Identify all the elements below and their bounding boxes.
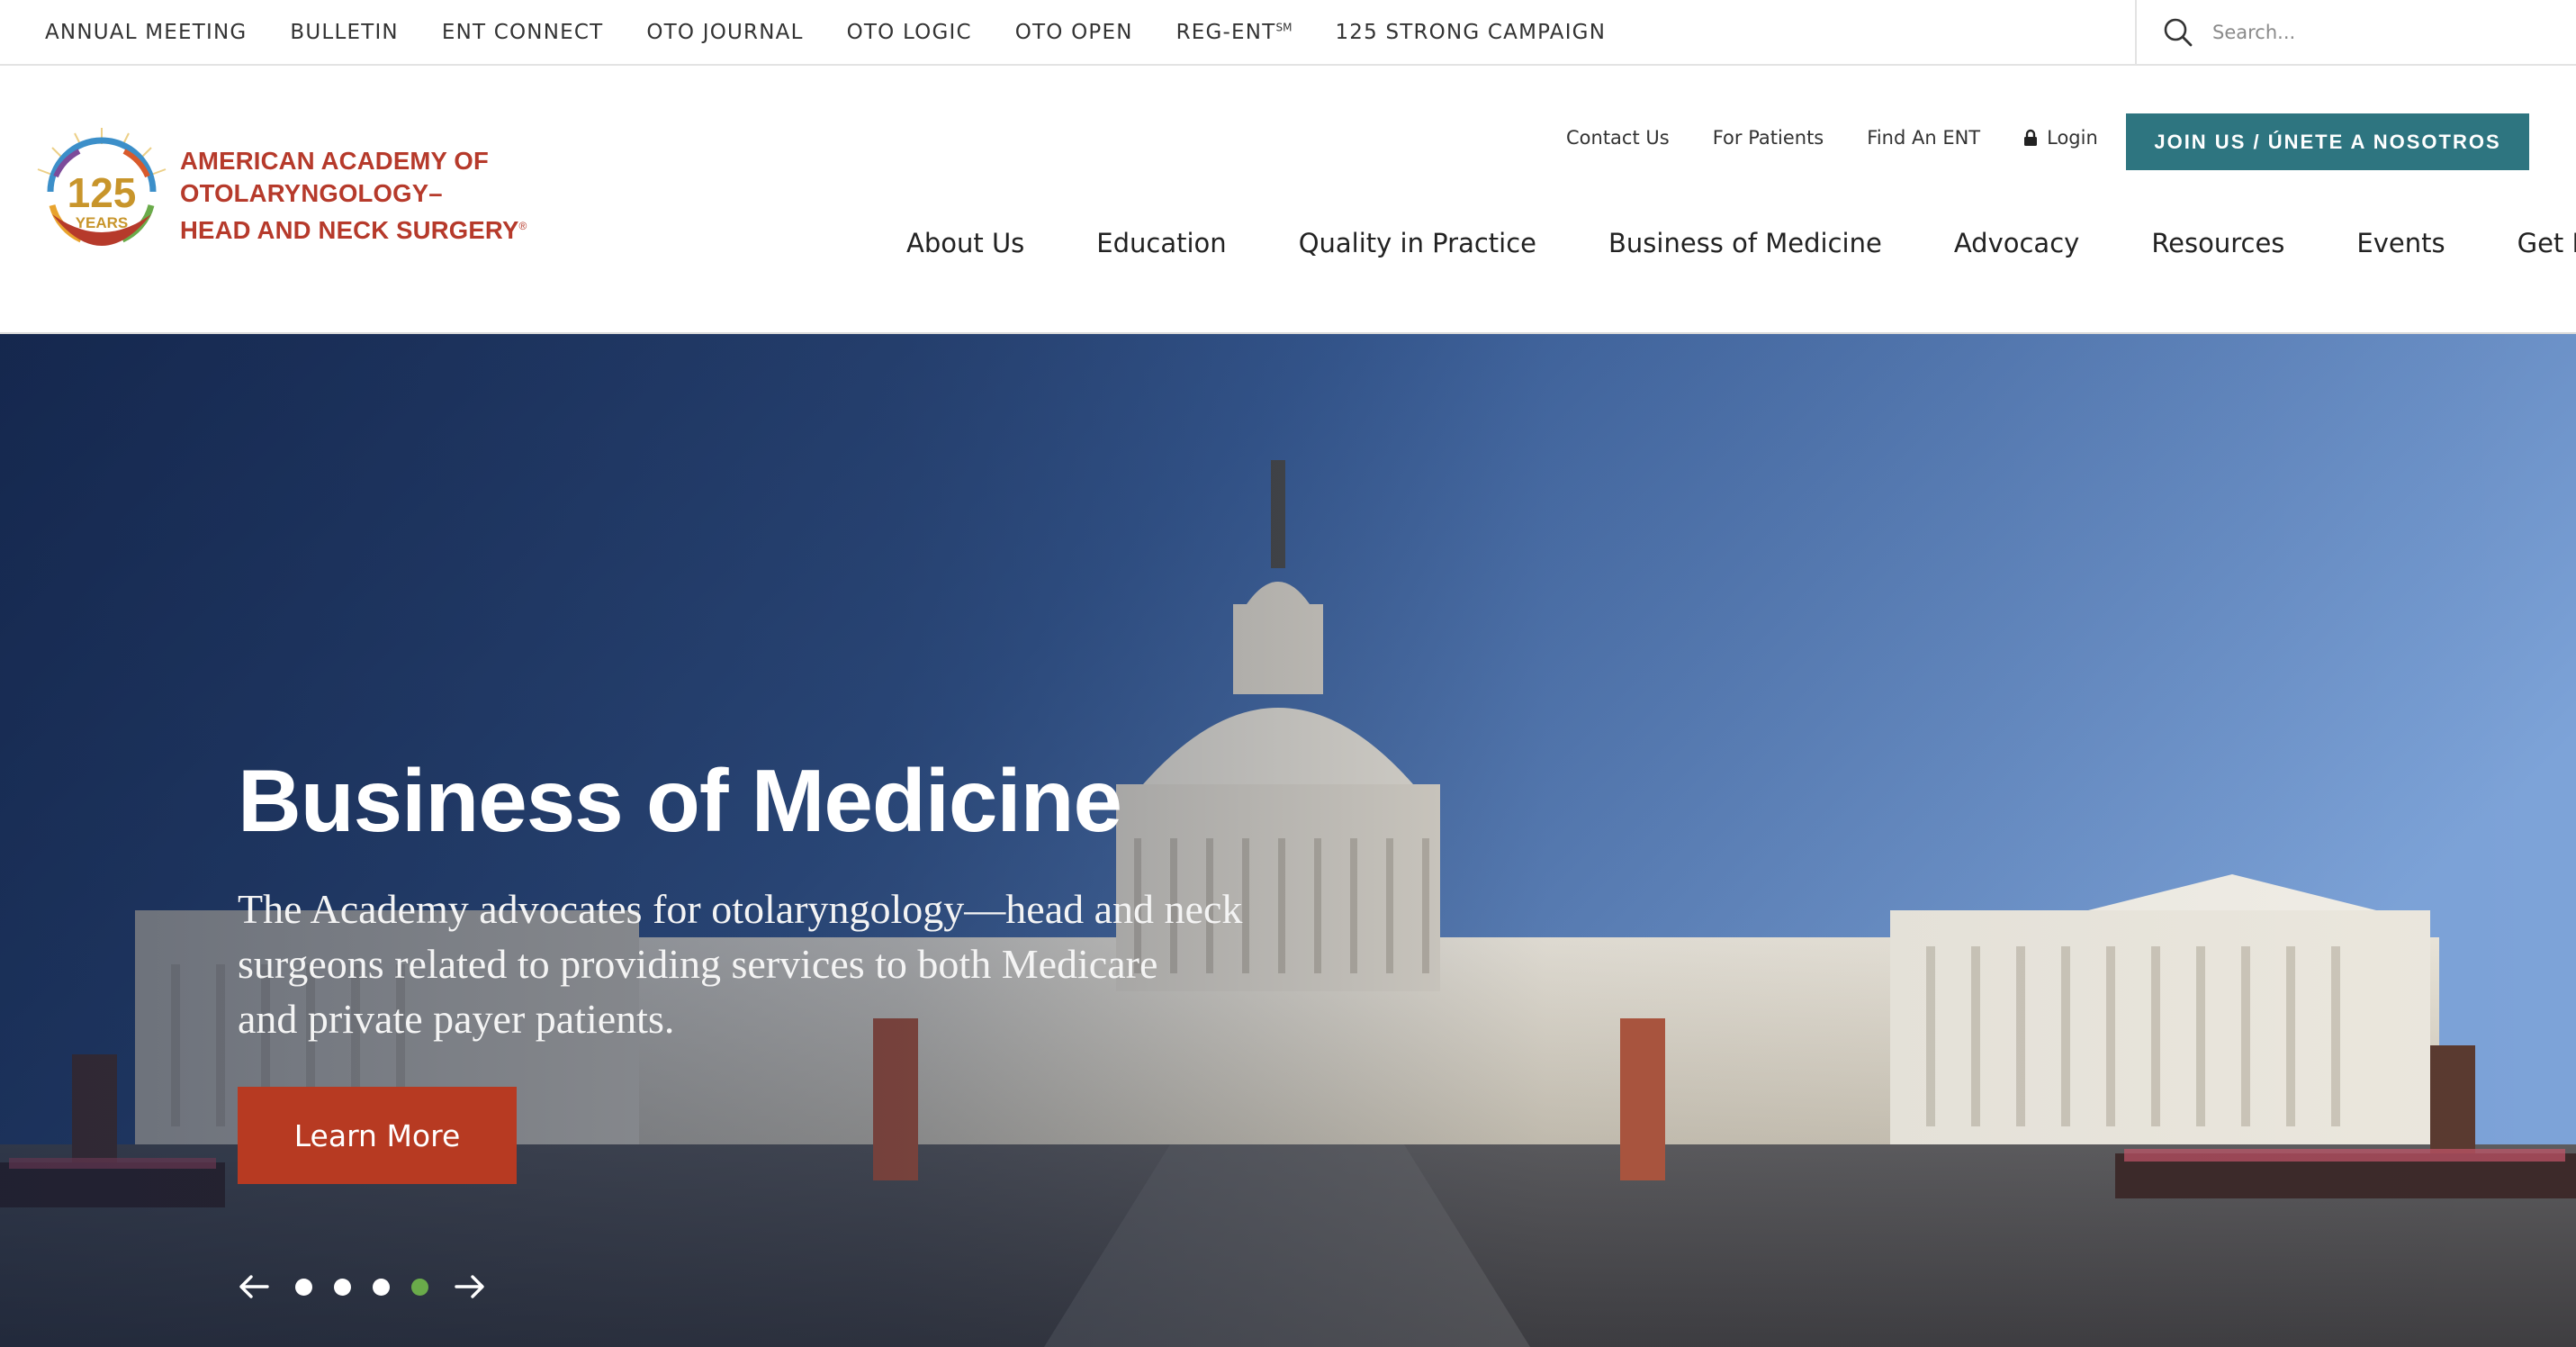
logo-badge-text: YEARS [76, 214, 129, 231]
arrow-right-icon[interactable] [452, 1269, 488, 1305]
login-label: Login [2047, 127, 2098, 149]
nav-events[interactable]: Events [2356, 228, 2445, 258]
join-us-button[interactable]: JOIN US / ÚNETE A NOSOTROS [2126, 113, 2529, 170]
registered-mark: ® [518, 220, 527, 233]
utility-link-bulletin[interactable]: BULLETIN [290, 21, 398, 44]
secondary-nav: Contact Us For Patients Find An ENT Logi… [1566, 113, 2141, 163]
carousel-dot-3[interactable] [373, 1278, 390, 1296]
hero-carousel: Business of Medicine The Academy advocat… [0, 334, 2576, 1347]
for-patients-link[interactable]: For Patients [1713, 127, 1824, 149]
nav-education[interactable]: Education [1096, 228, 1226, 258]
arrow-left-icon[interactable] [236, 1269, 272, 1305]
carousel-controls [236, 1269, 488, 1305]
search-icon[interactable] [2162, 16, 2194, 49]
125-years-emblem-icon: 125 YEARS [37, 128, 167, 246]
carousel-dot-4[interactable] [411, 1278, 428, 1296]
hero-description-line-1: The Academy advocates for otolaryngology… [238, 886, 1243, 932]
hero-description: The Academy advocates for otolaryngology… [238, 881, 1354, 1046]
logo-badge-number: 125 [68, 169, 137, 216]
carousel-dots [284, 1278, 439, 1296]
utility-link-oto-logic[interactable]: OTO LOGIC [847, 21, 972, 44]
carousel-dot-2[interactable] [334, 1278, 351, 1296]
utility-bar: ANNUAL MEETING BULLETIN ENT CONNECT OTO … [0, 0, 2576, 66]
logo-line-3: HEAD AND NECK SURGERY® [180, 210, 527, 247]
hero-title: Business of Medicine [238, 751, 1122, 850]
contact-us-link[interactable]: Contact Us [1566, 127, 1670, 149]
learn-more-button[interactable]: Learn More [238, 1087, 517, 1184]
login-link[interactable]: Login [2023, 127, 2098, 149]
main-nav: About Us Education Quality in Practice B… [906, 221, 2576, 266]
site-logo[interactable]: 125 YEARS AMERICAN ACADEMY OF OTOLARYNGO… [25, 124, 527, 268]
utility-link-125-strong[interactable]: 125 STRONG CAMPAIGN [1335, 21, 1606, 44]
site-header: 125 YEARS AMERICAN ACADEMY OF OTOLARYNGO… [0, 66, 2576, 334]
logo-wordmark: AMERICAN ACADEMY OF OTOLARYNGOLOGY– HEAD… [180, 145, 527, 247]
hero-description-line-3: and private payer patients. [238, 996, 675, 1042]
utility-link-oto-open[interactable]: OTO OPEN [1015, 21, 1133, 44]
nav-quality-in-practice[interactable]: Quality in Practice [1299, 228, 1536, 258]
nav-about-us[interactable]: About Us [906, 228, 1024, 258]
find-an-ent-link[interactable]: Find An ENT [1867, 127, 1980, 149]
hero-description-line-2: surgeons related to providing services t… [238, 941, 1158, 987]
utility-link-reg-ent[interactable]: REG-ENTSM [1176, 21, 1293, 44]
reg-ent-label: REG-ENT [1175, 20, 1276, 44]
logo-line-2: OTOLARYNGOLOGY– [180, 179, 443, 208]
search-box [2135, 0, 2576, 64]
carousel-dot-1[interactable] [295, 1278, 312, 1296]
service-mark: SM [1275, 20, 1293, 33]
nav-business-of-medicine[interactable]: Business of Medicine [1608, 228, 1882, 258]
utility-link-ent-connect[interactable]: ENT CONNECT [442, 21, 604, 44]
utility-link-annual-meeting[interactable]: ANNUAL MEETING [45, 21, 247, 44]
search-input[interactable] [2212, 21, 2536, 43]
logo-line-3-text: HEAD AND NECK SURGERY [180, 216, 519, 245]
nav-get-involved[interactable]: Get Involved [2517, 228, 2576, 258]
utility-link-oto-journal[interactable]: OTO JOURNAL [646, 21, 803, 44]
nav-resources[interactable]: Resources [2151, 228, 2284, 258]
lock-icon [2024, 129, 2038, 146]
utility-links: ANNUAL MEETING BULLETIN ENT CONNECT OTO … [45, 0, 1606, 64]
logo-line-1: AMERICAN ACADEMY OF [180, 147, 489, 176]
nav-advocacy[interactable]: Advocacy [1954, 228, 2079, 258]
